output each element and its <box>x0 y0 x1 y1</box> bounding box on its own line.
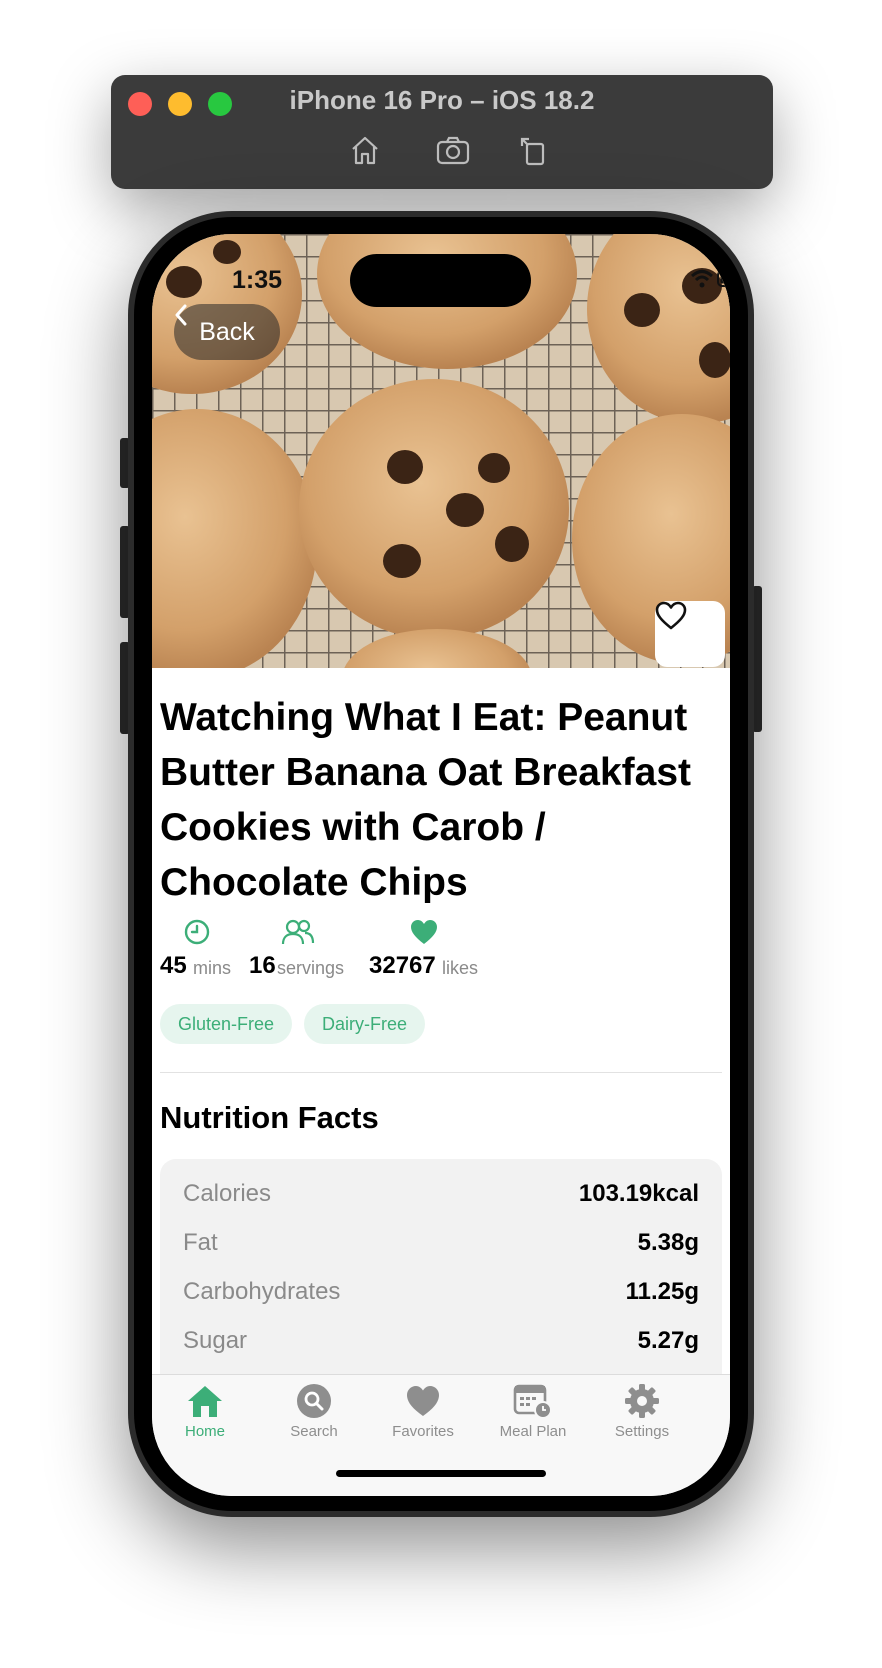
calendar-clock-icon <box>513 1384 552 1419</box>
tab-label: Favorites <box>392 1423 454 1440</box>
tab-label: Search <box>290 1423 338 1440</box>
tag-dairy-free: Dairy-Free <box>304 1004 425 1044</box>
nutrition-row: Fat 5.38g <box>183 1223 699 1263</box>
time-value: 45 <box>160 952 187 979</box>
heart-filled-icon <box>411 920 437 944</box>
clock-icon <box>184 919 210 945</box>
dynamic-island <box>350 254 531 307</box>
nutrition-value: 5.27g <box>637 1327 699 1354</box>
screenshot-icon[interactable] <box>436 133 470 167</box>
time-unit: mins <box>193 958 232 978</box>
nutrition-title: Nutrition Facts <box>160 1100 379 1135</box>
favorite-button[interactable] <box>655 601 725 667</box>
rotate-icon[interactable] <box>517 133 551 167</box>
nutrition-table: Calories 103.19kcal Fat 5.38g Carbohydra… <box>160 1159 722 1399</box>
simulator-title: iPhone 16 Pro – iOS 18.2 <box>289 85 595 115</box>
divider <box>160 1072 722 1073</box>
tab-bar: Home Search Favorites Meal Plan Settings <box>152 1374 730 1496</box>
home-icon <box>188 1386 222 1417</box>
nutrition-value: 5.38g <box>637 1229 699 1256</box>
tab-search[interactable]: Search <box>259 1383 369 1440</box>
tab-home[interactable]: Home <box>152 1383 260 1440</box>
nutrition-row: Sugar 5.27g <box>183 1321 699 1361</box>
search-icon <box>297 1384 331 1418</box>
nutrition-label: Sugar <box>183 1327 248 1354</box>
tab-meal-plan[interactable]: Meal Plan <box>478 1383 588 1440</box>
tab-label: Meal Plan <box>499 1423 567 1440</box>
servings-unit: servings <box>277 958 345 978</box>
back-button[interactable]: Back <box>174 304 280 360</box>
people-icon <box>281 919 315 945</box>
wifi-icon <box>690 270 714 288</box>
nutrition-value: 103.19kcal <box>578 1180 699 1207</box>
tab-label: Settings <box>614 1423 670 1440</box>
likes-value: 32767 <box>369 952 436 979</box>
likes-unit: likes <box>442 958 479 978</box>
back-label: Back <box>199 317 255 346</box>
nutrition-value: 11.25g <box>625 1278 699 1305</box>
home-indicator[interactable] <box>336 1470 546 1477</box>
tab-settings[interactable]: Settings <box>587 1383 697 1440</box>
nutrition-row: Calories 103.19kcal <box>183 1174 699 1214</box>
status-time: 1:35 <box>232 266 283 294</box>
nutrition-label: Fat <box>183 1229 218 1256</box>
nutrition-label: Carbohydrates <box>183 1278 341 1305</box>
nutrition-row: Carbohydrates 11.25g <box>183 1272 699 1312</box>
phone-screen: 1:35 Back Watching What I Eat: Peanut Bu… <box>152 234 730 1496</box>
recipe-image: 1:35 Back <box>152 234 730 668</box>
tab-favorites[interactable]: Favorites <box>368 1383 478 1440</box>
nutrition-label: Calories <box>183 1180 272 1207</box>
battery-icon <box>717 270 730 287</box>
recipe-title: Watching What I Eat: Peanut Butter Banan… <box>160 696 691 904</box>
tag-gluten-free: Gluten-Free <box>160 1004 292 1044</box>
heart-icon <box>407 1386 439 1416</box>
gear-icon <box>625 1384 659 1418</box>
chevron-left-icon <box>175 304 187 326</box>
tab-label: Home <box>184 1423 225 1440</box>
servings-value: 16 <box>249 952 276 979</box>
heart-outline-icon <box>655 601 687 630</box>
simulator-window: iPhone 16 Pro – iOS 18.2 <box>111 75 773 189</box>
home-icon[interactable] <box>348 133 382 167</box>
